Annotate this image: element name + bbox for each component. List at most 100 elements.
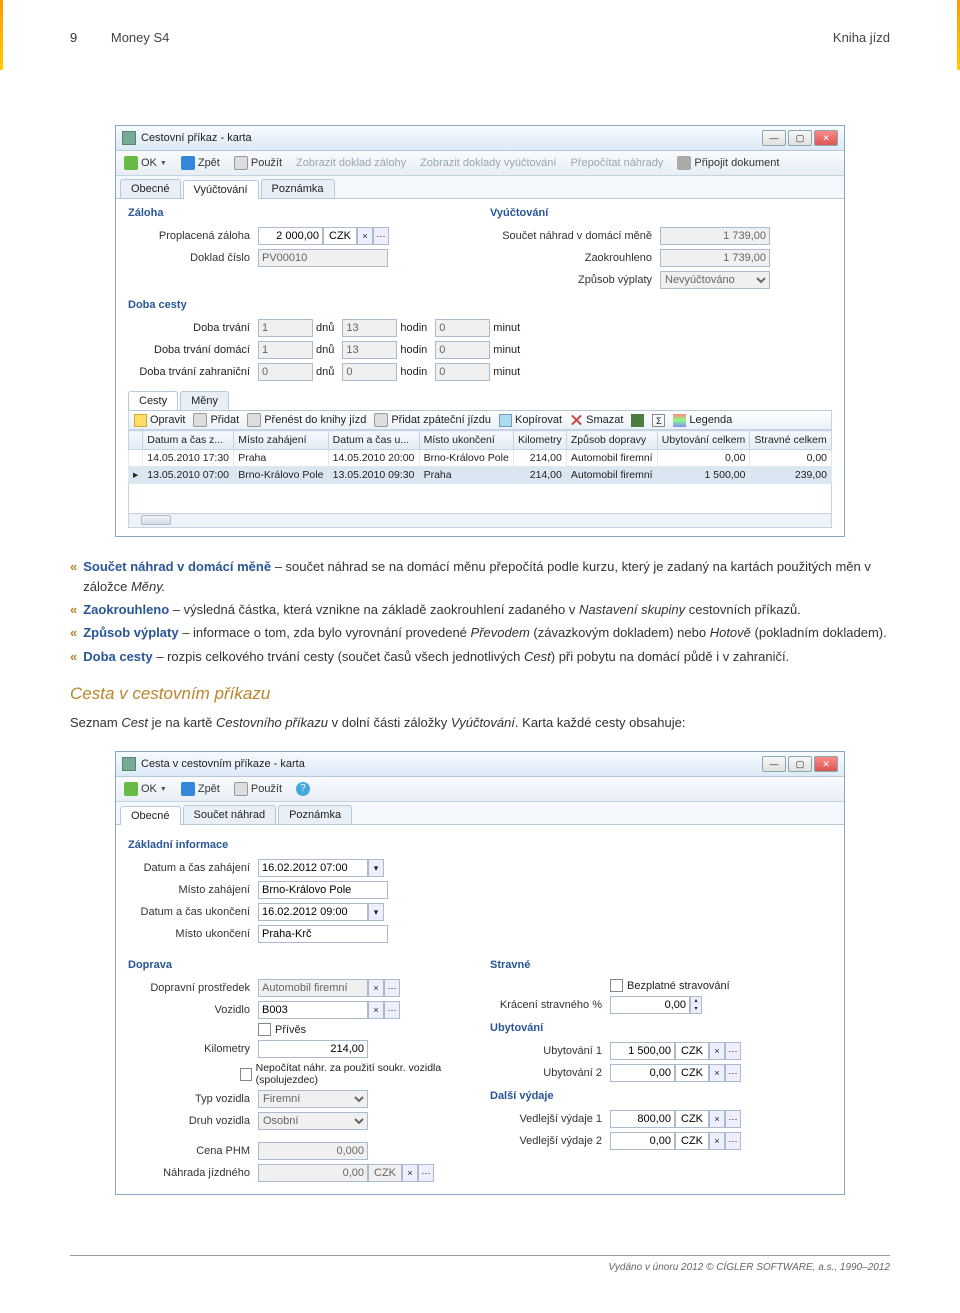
col-end-dt[interactable]: Datum a čas u... [328, 431, 419, 450]
accom2-currency[interactable] [675, 1064, 709, 1082]
tab-vyuctovani[interactable]: Vyúčtování [183, 180, 259, 199]
close-button[interactable]: ✕ [814, 130, 838, 146]
edit-button[interactable]: Opravit [134, 414, 185, 427]
subtab-meny[interactable]: Měny [180, 391, 229, 410]
clear-button[interactable]: × [402, 1164, 418, 1182]
exp1-currency[interactable] [675, 1110, 709, 1128]
end-pl-input[interactable] [258, 925, 388, 943]
window-titlebar[interactable]: Cesta v cestovním příkaze - karta — ▢ ✕ [116, 752, 844, 777]
col-km[interactable]: Kilometry [514, 431, 567, 450]
subtab-cesty[interactable]: Cesty [128, 391, 178, 410]
datepicker-button[interactable]: ▾ [368, 859, 384, 877]
lookup-button[interactable]: ⋯ [418, 1164, 434, 1182]
trailer-checkbox[interactable] [258, 1023, 271, 1036]
exp1-input[interactable] [610, 1110, 675, 1128]
copy-button[interactable]: Kopírovat [499, 414, 562, 427]
maximize-button[interactable]: ▢ [788, 756, 812, 772]
horizontal-scrollbar[interactable] [128, 514, 832, 528]
tab-soucet[interactable]: Součet náhrad [183, 805, 277, 824]
page-title-right: Kniha jízd [833, 30, 890, 45]
back-button[interactable]: Zpět [178, 780, 223, 798]
tab-poznamka[interactable]: Poznámka [261, 179, 335, 198]
lookup-button[interactable]: ⋯ [725, 1064, 741, 1082]
add-button[interactable]: Přidat [193, 413, 239, 427]
return-trip-button[interactable]: Přidat zpáteční jízdu [374, 413, 491, 427]
start-dt-input[interactable] [258, 859, 368, 877]
ok-button[interactable]: OK▼ [121, 154, 170, 172]
label-rounded: Zaokrouhleno [490, 252, 660, 264]
tab-obecne[interactable]: Obecné [120, 806, 181, 825]
vkind-select[interactable]: Osobní [258, 1112, 368, 1130]
payment-method-select[interactable]: Nevyúčtováno [660, 271, 770, 289]
exp2-input[interactable] [610, 1132, 675, 1150]
section-accom: Ubytování [490, 1022, 832, 1034]
dur-days-1 [258, 319, 313, 337]
table-row[interactable]: ▸ 13.05.2010 07:00Brno-Královo Pole 13.0… [129, 467, 832, 484]
fuel-input [258, 1142, 368, 1160]
end-dt-input[interactable] [258, 903, 368, 921]
sum-domestic-input [660, 227, 770, 245]
lookup-button[interactable]: ⋯ [384, 1001, 400, 1019]
clear-button[interactable]: × [709, 1064, 725, 1082]
minimize-button[interactable]: — [762, 756, 786, 772]
vehicle-input[interactable] [258, 1001, 368, 1019]
exp2-currency[interactable] [675, 1132, 709, 1150]
show-advance-button[interactable]: Zobrazit doklad zálohy [293, 155, 409, 171]
minimize-button[interactable]: — [762, 130, 786, 146]
col-start-pl[interactable]: Místo zahájení [234, 431, 328, 450]
col-end-pl[interactable]: Místo ukončení [419, 431, 513, 450]
lookup-button[interactable]: ⋯ [725, 1110, 741, 1128]
nocalc-checkbox[interactable] [240, 1068, 251, 1081]
lookup-button[interactable]: ⋯ [725, 1042, 741, 1060]
clear-button[interactable]: × [368, 979, 384, 997]
maximize-button[interactable]: ▢ [788, 130, 812, 146]
clear-button[interactable]: × [709, 1110, 725, 1128]
stepper[interactable]: ▴▾ [690, 996, 702, 1014]
transfer-button[interactable]: Přenést do knihy jízd [247, 413, 366, 427]
accom1-input[interactable] [610, 1042, 675, 1060]
clear-button[interactable]: × [709, 1042, 725, 1060]
window-titlebar[interactable]: Cestovní příkaz - karta — ▢ ✕ [116, 126, 844, 151]
show-billing-button[interactable]: Zobrazit doklady vyúčtování [417, 155, 559, 171]
table-row[interactable]: 14.05.2010 17:30Praha 14.05.2010 20:00Br… [129, 450, 832, 467]
col-transport[interactable]: Způsob dopravy [566, 431, 657, 450]
col-start-dt[interactable]: Datum a čas z... [143, 431, 234, 450]
datepicker-button[interactable]: ▾ [368, 903, 384, 921]
use-button[interactable]: Použít [231, 154, 285, 172]
free-meals-checkbox[interactable] [610, 979, 623, 992]
accom1-currency[interactable] [675, 1042, 709, 1060]
sum-button[interactable]: Σ [652, 414, 665, 427]
col-meals[interactable]: Stravné celkem [750, 431, 832, 450]
paid-advance-input[interactable] [258, 227, 323, 245]
legend-button[interactable]: Legenda [673, 414, 732, 427]
label-nocalc: Nepočítat náhr. za použití soukr. vozidl… [256, 1062, 470, 1086]
means-input[interactable] [258, 979, 368, 997]
excel-button[interactable] [631, 414, 644, 427]
attach-button[interactable]: Připojit dokument [674, 154, 782, 172]
lookup-button[interactable]: ⋯ [384, 979, 400, 997]
lookup-button[interactable]: ⋯ [373, 227, 389, 245]
col-accom[interactable]: Ubytování celkem [657, 431, 750, 450]
close-button[interactable]: ✕ [814, 756, 838, 772]
use-button[interactable]: Použít [231, 780, 285, 798]
tab-obecne[interactable]: Obecné [120, 179, 181, 198]
lookup-button[interactable]: ⋯ [725, 1132, 741, 1150]
km-input[interactable] [258, 1040, 368, 1058]
label-duration-total: Doba trvání [128, 322, 258, 334]
clear-button[interactable]: × [368, 1001, 384, 1019]
meal-reduce-input[interactable] [610, 996, 690, 1014]
vtype-select[interactable]: Firemní [258, 1090, 368, 1108]
ok-button[interactable]: OK▼ [121, 780, 170, 798]
accom2-input[interactable] [610, 1064, 675, 1082]
clear-button[interactable]: × [709, 1132, 725, 1150]
tab-poznamka[interactable]: Poznámka [278, 805, 352, 824]
start-pl-input[interactable] [258, 881, 388, 899]
back-button[interactable]: Zpět [178, 154, 223, 172]
trips-grid[interactable]: Datum a čas z... Místo zahájení Datum a … [128, 430, 832, 484]
recalc-button[interactable]: Přepočítat náhrady [567, 155, 666, 171]
help-button[interactable]: ? [293, 780, 313, 798]
delete-button[interactable]: Smazat [570, 414, 623, 427]
clear-button[interactable]: × [357, 227, 373, 245]
currency-input[interactable] [323, 227, 357, 245]
label-exp2: Vedlejší výdaje 2 [490, 1135, 610, 1147]
